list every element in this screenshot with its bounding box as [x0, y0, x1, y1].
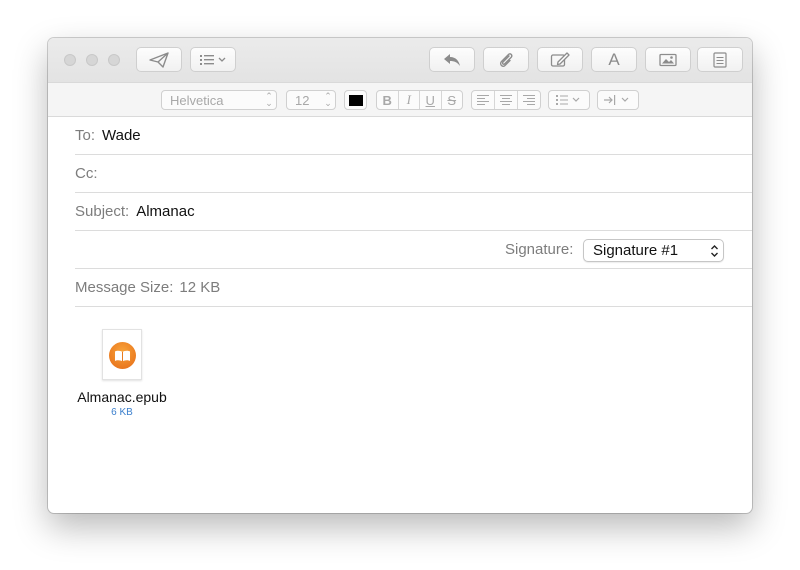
font-family-value: Helvetica — [170, 92, 224, 108]
message-size-value: 12 KB — [179, 279, 221, 296]
stepper-arrows-icon: ⌃ ⌄ — [265, 91, 273, 108]
font-A-icon: A — [608, 49, 620, 69]
reply-arrow-icon — [442, 52, 462, 68]
cc-field-row[interactable]: Cc: — [75, 155, 752, 193]
stationery-icon — [713, 51, 727, 68]
minimize-window-button[interactable] — [86, 54, 98, 66]
text-color-swatch — [348, 94, 363, 106]
alignment-group — [471, 90, 541, 110]
compose-window: A Helvetica ⌃ ⌄ 12 ⌃ ⌄ B I U S To: Wade … — [48, 38, 752, 513]
attachment-size: 6 KB — [111, 407, 133, 418]
font-size-select[interactable]: 12 ⌃ ⌄ — [286, 90, 336, 110]
markup-button[interactable] — [537, 47, 583, 72]
format-bar: Helvetica ⌃ ⌄ 12 ⌃ ⌄ B I U S — [48, 82, 752, 117]
font-size-value: 12 — [295, 92, 310, 108]
fonts-button[interactable]: A — [591, 47, 637, 72]
to-label: To: — [75, 127, 96, 144]
subject-label: Subject: — [75, 203, 130, 220]
subject-field[interactable]: Almanac — [136, 203, 194, 220]
list-icon — [198, 54, 228, 66]
font-family-select[interactable]: Helvetica ⌃ ⌄ — [161, 90, 277, 110]
text-color-button[interactable] — [344, 90, 367, 110]
stationery-button[interactable] — [697, 47, 743, 72]
photo-browser-icon — [659, 53, 677, 67]
header-fields-button[interactable] — [190, 47, 236, 72]
epub-file-icon[interactable] — [102, 329, 142, 380]
reply-button[interactable] — [429, 47, 475, 72]
bold-button[interactable]: B — [377, 91, 399, 109]
attachment-filename: Almanac.epub — [77, 389, 167, 405]
align-left-icon — [477, 95, 489, 105]
message-size-row: Message Size: 12 KB — [75, 269, 752, 307]
cc-label: Cc: — [75, 165, 98, 182]
close-window-button[interactable] — [64, 54, 76, 66]
text-style-group: B I U S — [376, 90, 463, 110]
zoom-window-button[interactable] — [108, 54, 120, 66]
message-size-label: Message Size: — [75, 279, 174, 296]
ibooks-icon — [109, 342, 136, 369]
underline-button[interactable]: U — [420, 91, 442, 109]
subject-field-row[interactable]: Subject: Almanac — [75, 193, 752, 231]
align-right-button[interactable] — [518, 91, 540, 109]
italic-button[interactable]: I — [399, 91, 420, 109]
strikethrough-button[interactable]: S — [442, 91, 463, 109]
stepper-arrows-icon: ⌃ ⌄ — [324, 91, 332, 108]
toolbar: A — [48, 38, 752, 82]
to-field[interactable]: Wade — [102, 127, 141, 144]
paperclip-icon — [498, 51, 514, 69]
align-center-button[interactable] — [495, 91, 518, 109]
markup-pen-icon — [550, 51, 570, 68]
send-button[interactable] — [136, 47, 182, 72]
to-field-row[interactable]: To: Wade — [75, 117, 752, 155]
chevron-updown-icon — [705, 244, 723, 258]
signature-value: Signature #1 — [593, 242, 679, 259]
paper-plane-icon — [149, 51, 169, 68]
attach-button[interactable] — [483, 47, 529, 72]
photo-browser-button[interactable] — [645, 47, 691, 72]
indent-select[interactable] — [597, 90, 639, 110]
align-center-icon — [500, 95, 512, 105]
indent-icon — [604, 95, 629, 105]
bullet-list-icon — [556, 95, 580, 105]
align-right-icon — [523, 95, 535, 105]
signature-select[interactable]: Signature #1 — [583, 239, 724, 262]
align-left-button[interactable] — [472, 91, 495, 109]
list-style-select[interactable] — [548, 90, 590, 110]
signature-label: Signature: — [505, 241, 574, 258]
